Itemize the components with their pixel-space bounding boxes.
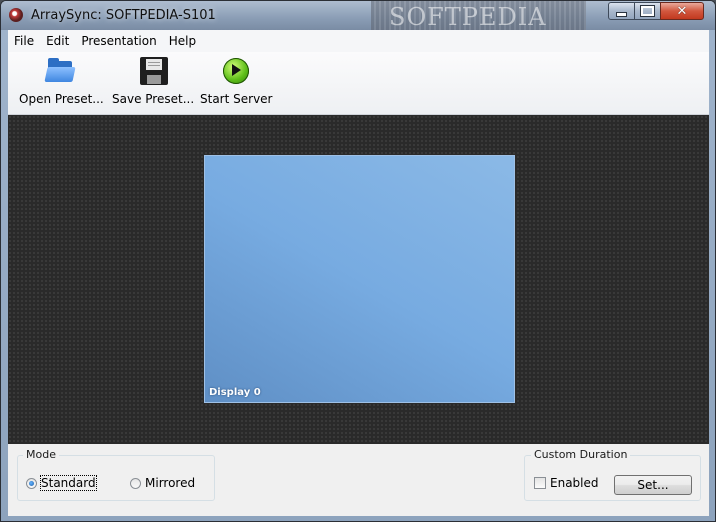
menu-edit[interactable]: Edit bbox=[40, 31, 75, 51]
app-window: SOFTPEDIA ArraySync: SOFTPEDIA-S101 ✕ Fi… bbox=[0, 0, 716, 522]
mode-group-title: Mode bbox=[23, 448, 59, 461]
maximize-icon bbox=[640, 5, 655, 17]
mirrored-radio-circle[interactable] bbox=[130, 477, 141, 489]
enabled-checkbox[interactable]: Enabled bbox=[534, 476, 599, 490]
standard-radio[interactable]: Standard bbox=[26, 475, 97, 491]
display-tile[interactable]: Display 0 bbox=[204, 155, 515, 403]
save-preset-label: Save Preset... bbox=[112, 92, 195, 106]
close-button[interactable]: ✕ bbox=[660, 2, 704, 20]
menu-bar: File Edit Presentation Help bbox=[8, 30, 709, 53]
enabled-checkbox-label: Enabled bbox=[550, 476, 599, 490]
set-duration-button[interactable]: Set... bbox=[614, 475, 692, 495]
toolbar: Open Preset... Save Preset... Start Serv… bbox=[8, 52, 709, 115]
custom-duration-group: Custom Duration Enabled Set... bbox=[524, 448, 701, 501]
title-bar[interactable]: SOFTPEDIA ArraySync: SOFTPEDIA-S101 ✕ bbox=[1, 1, 715, 31]
save-preset-button[interactable]: Save Preset... bbox=[112, 56, 194, 106]
window-title: ArraySync: SOFTPEDIA-S101 bbox=[31, 8, 216, 23]
options-panel: Mode Standard Mirrored Custom Duration E… bbox=[8, 444, 709, 516]
custom-duration-title: Custom Duration bbox=[531, 448, 631, 461]
mode-group: Mode Standard Mirrored bbox=[17, 448, 215, 501]
menu-help[interactable]: Help bbox=[163, 31, 202, 51]
minimize-button[interactable] bbox=[608, 2, 635, 20]
app-icon[interactable] bbox=[9, 8, 23, 22]
display-workspace: Display 0 bbox=[8, 115, 709, 444]
open-preset-button[interactable]: Open Preset... bbox=[19, 56, 104, 106]
floppy-disk-icon bbox=[138, 56, 169, 86]
folder-icon bbox=[44, 56, 76, 86]
maximize-button[interactable] bbox=[634, 2, 661, 20]
title-banner-text: SOFTPEDIA bbox=[389, 3, 547, 31]
close-icon: ✕ bbox=[676, 3, 688, 19]
standard-radio-label: Standard bbox=[40, 475, 97, 491]
start-server-button[interactable]: Start Server bbox=[200, 56, 272, 106]
minimize-icon bbox=[616, 11, 627, 17]
open-preset-label: Open Preset... bbox=[19, 92, 104, 106]
start-server-label: Start Server bbox=[200, 92, 273, 106]
enabled-checkbox-box[interactable] bbox=[534, 477, 546, 489]
display-label: Display 0 bbox=[209, 387, 261, 398]
menu-presentation[interactable]: Presentation bbox=[75, 31, 162, 51]
mirrored-radio-label: Mirrored bbox=[145, 476, 196, 490]
play-icon bbox=[221, 56, 251, 86]
standard-radio-circle[interactable] bbox=[26, 477, 37, 489]
menu-file[interactable]: File bbox=[8, 31, 40, 51]
mirrored-radio[interactable]: Mirrored bbox=[130, 476, 195, 490]
